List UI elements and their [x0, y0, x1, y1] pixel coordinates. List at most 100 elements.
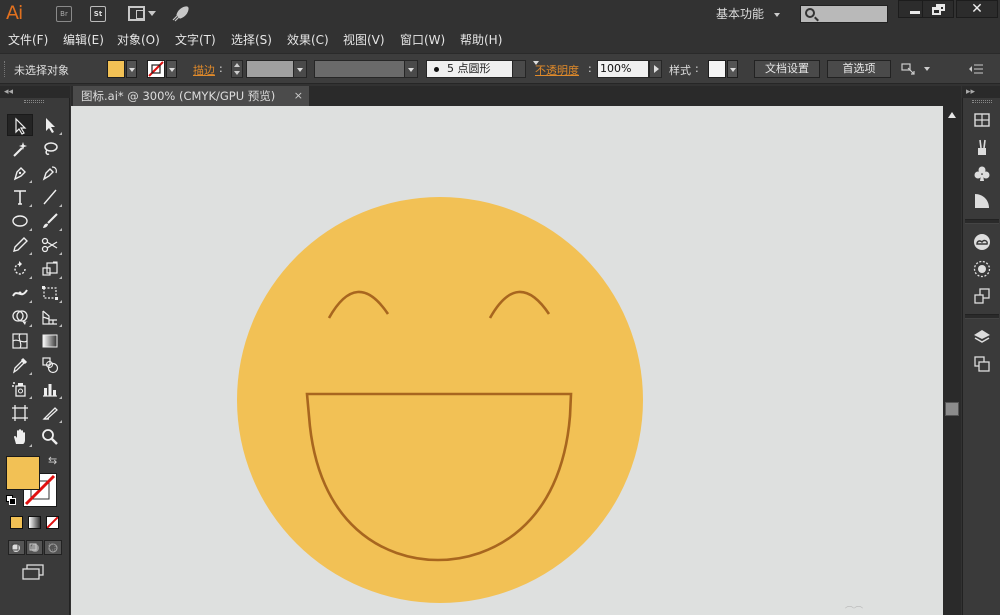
width-tool[interactable] — [7, 282, 33, 304]
stroke-weight-stepper[interactable] — [231, 60, 243, 78]
menu-type[interactable]: 文字(T) — [175, 31, 216, 48]
symbol-sprayer-tool[interactable] — [7, 378, 33, 400]
preferences-button[interactable]: 首选项 — [827, 60, 891, 78]
rotate-tool[interactable] — [7, 258, 33, 280]
swap-fill-stroke-icon[interactable]: ⇆ — [48, 454, 57, 467]
symbols-panel-button[interactable] — [972, 164, 992, 184]
magic-wand-tool[interactable] — [7, 138, 33, 160]
swatches-panel-button[interactable] — [972, 110, 992, 130]
pencil-tool[interactable] — [7, 234, 33, 256]
libraries-panel-button[interactable] — [972, 232, 992, 252]
menu-window[interactable]: 窗口(W) — [400, 31, 445, 48]
draw-normal-button[interactable] — [8, 540, 25, 555]
shape-builder-tool[interactable] — [7, 306, 33, 328]
menu-help[interactable]: 帮助(H) — [460, 31, 502, 48]
stock-icon[interactable]: St — [90, 6, 106, 22]
transform-panel-button[interactable] — [972, 286, 992, 306]
stroke-dropdown-arrow[interactable] — [166, 60, 177, 78]
appearance-panel-button[interactable] — [972, 259, 992, 279]
smiley-face-circle[interactable] — [237, 197, 643, 603]
arrange-documents-button[interactable] — [128, 6, 156, 22]
column-graph-tool[interactable] — [37, 378, 63, 400]
close-tab-icon[interactable]: × — [294, 86, 303, 106]
panel-grip[interactable] — [24, 100, 44, 103]
layers-panel-button[interactable] — [972, 327, 992, 347]
brush-definition[interactable]: 5 点圆形 — [426, 60, 539, 78]
scale-tool[interactable] — [37, 258, 63, 280]
width-profile-dropdown[interactable] — [404, 61, 417, 77]
stroke-weight-field[interactable] — [246, 60, 307, 78]
scroll-up-icon[interactable] — [948, 112, 956, 118]
artboards-panel-button[interactable] — [972, 354, 992, 374]
help-search-input[interactable] — [821, 6, 885, 22]
free-transform-tool[interactable] — [37, 282, 63, 304]
document-tab[interactable]: 图标.ai* @ 300% (CMYK/GPU 预览) × — [73, 86, 309, 106]
vertical-scrollbar[interactable] — [943, 106, 961, 615]
draw-inside-button[interactable] — [44, 540, 62, 555]
variable-width-profile[interactable] — [314, 60, 418, 78]
arrange-icon-dropdown[interactable] — [901, 62, 931, 76]
panel-dock-header[interactable]: ▸▸ — [962, 86, 1000, 98]
opacity-input[interactable]: 100% — [597, 60, 649, 78]
scissors-tool[interactable] — [37, 234, 63, 256]
gradient-mode-button[interactable] — [28, 516, 41, 529]
bridge-icon[interactable]: Br — [56, 6, 72, 22]
slice-tool[interactable] — [37, 402, 63, 424]
scrollbar-thumb[interactable] — [945, 402, 959, 416]
tools-panel-header[interactable]: ◂◂ — [0, 86, 70, 98]
menu-view[interactable]: 视图(V) — [343, 31, 385, 48]
brush-dropdown[interactable] — [512, 61, 539, 77]
menu-object[interactable]: 对象(O) — [117, 31, 160, 48]
stroke-label-link[interactable]: 描边 — [193, 62, 215, 78]
fill-color-box[interactable] — [6, 456, 40, 490]
fill-swatch[interactable] — [107, 60, 125, 78]
graphic-styles-panel-button[interactable] — [972, 191, 992, 211]
gpu-performance-icon[interactable] — [171, 6, 189, 22]
mesh-tool[interactable] — [7, 330, 33, 352]
type-tool[interactable] — [7, 186, 33, 208]
graphic-style-arrow[interactable] — [727, 60, 738, 78]
document-setup-button[interactable]: 文档设置 — [754, 60, 820, 78]
menu-file[interactable]: 文件(F) — [8, 31, 48, 48]
panel-menu-icon[interactable] — [968, 63, 984, 75]
ellipse-tool[interactable] — [7, 210, 33, 232]
menu-edit[interactable]: 编辑(E) — [63, 31, 104, 48]
eyedropper-tool[interactable] — [7, 354, 33, 376]
stroke-weight-dropdown[interactable] — [293, 61, 306, 77]
paintbrush-tool[interactable] — [37, 210, 63, 232]
help-search-box[interactable] — [800, 5, 888, 23]
artboard-tool[interactable] — [7, 402, 33, 424]
artboard-canvas[interactable] — [71, 106, 943, 615]
menu-effect[interactable]: 效果(C) — [287, 31, 329, 48]
blend-tool[interactable] — [37, 354, 63, 376]
gradient-tool[interactable] — [37, 330, 63, 352]
zoom-tool[interactable] — [37, 426, 63, 448]
panel-grip[interactable] — [4, 61, 6, 77]
graphic-style-swatch[interactable] — [708, 60, 726, 78]
fill-dropdown-arrow[interactable] — [126, 60, 137, 78]
draw-behind-button[interactable] — [26, 540, 43, 555]
collapse-panel-icon[interactable]: ◂◂ — [4, 87, 13, 97]
default-fill-stroke-icon[interactable] — [6, 495, 16, 505]
direct-selection-tool[interactable] — [37, 114, 63, 136]
selection-tool[interactable] — [7, 114, 33, 136]
color-mode-button[interactable] — [10, 516, 23, 529]
hand-tool[interactable] — [7, 426, 33, 448]
perspective-grid-tool[interactable] — [37, 306, 63, 328]
panel-grip[interactable] — [972, 100, 992, 103]
workspace-switcher[interactable]: 基本功能 — [706, 4, 788, 24]
brushes-panel-button[interactable] — [972, 137, 992, 157]
opacity-slider-toggle[interactable] — [649, 60, 662, 78]
lasso-tool[interactable] — [37, 138, 63, 160]
pen-tool[interactable] — [7, 162, 33, 184]
restore-button[interactable] — [922, 0, 954, 18]
screen-mode-button[interactable] — [22, 564, 46, 580]
menu-select[interactable]: 选择(S) — [231, 31, 272, 48]
none-mode-button[interactable] — [46, 516, 59, 529]
opacity-label-link[interactable]: 不透明度 — [535, 62, 579, 78]
close-button[interactable]: ✕ — [956, 0, 998, 18]
curvature-tool[interactable] — [37, 162, 63, 184]
line-segment-tool[interactable] — [37, 186, 63, 208]
stroke-swatch[interactable] — [147, 60, 165, 78]
expand-panels-icon[interactable]: ▸▸ — [966, 87, 975, 97]
